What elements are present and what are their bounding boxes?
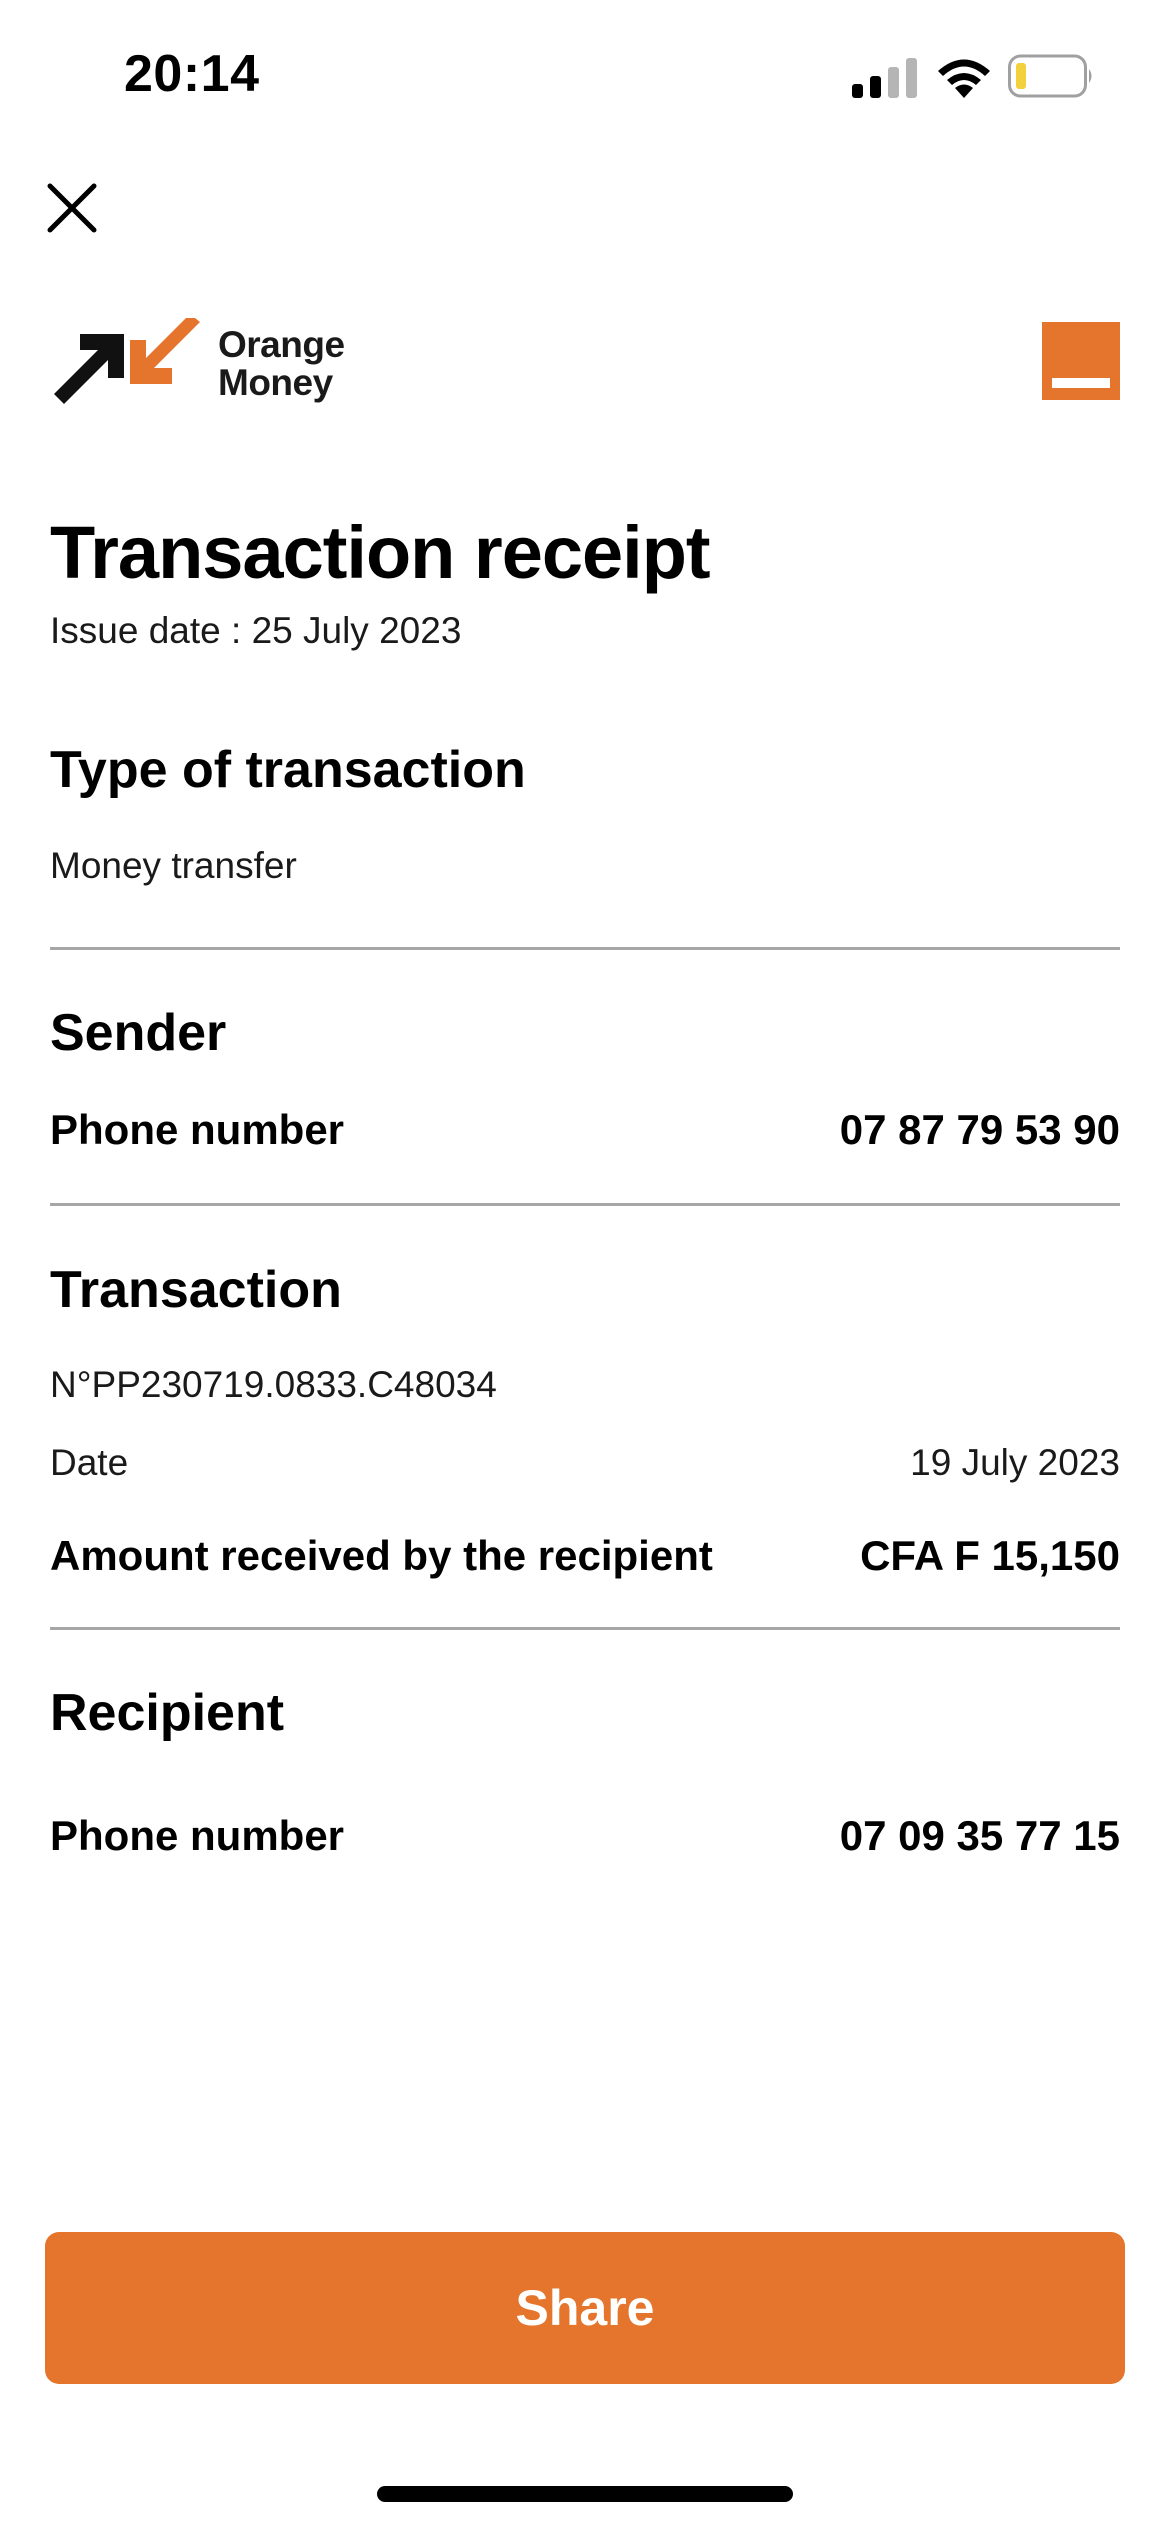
brand-name: Orange Money [218, 324, 345, 403]
transaction-reference: N°PP230719.0833.C48034 [50, 1364, 497, 1405]
recipient-phone-label: Phone number [50, 1812, 345, 1859]
divider [50, 1627, 1120, 1630]
sender-phone-value: 07 87 79 53 90 [839, 1106, 1120, 1153]
page-title: Transaction receipt [50, 511, 711, 594]
recipient-phone-value: 07 09 35 77 15 [839, 1812, 1120, 1859]
battery-icon [1008, 54, 1092, 98]
transaction-date-label: Date [50, 1442, 129, 1483]
signal-icon [852, 58, 917, 98]
close-icon[interactable] [40, 176, 104, 240]
status-time: 20:14 [124, 45, 260, 103]
wifi-icon [938, 59, 990, 98]
home-indicator[interactable] [377, 2486, 793, 2502]
amount-value: CFA F 15,150 [860, 1532, 1120, 1579]
transaction-type-value: Money transfer [50, 845, 297, 886]
sender-phone-label: Phone number [50, 1106, 345, 1153]
divider [50, 947, 1120, 950]
status-bar: 20:14 [0, 0, 1170, 150]
divider [50, 1203, 1120, 1206]
type-section-heading: Type of transaction [50, 741, 526, 799]
transaction-section-heading: Transaction [50, 1261, 342, 1319]
sender-section-heading: Sender [50, 1004, 227, 1062]
issue-date: Issue date : 25 July 2023 [50, 610, 462, 651]
orange-money-logo-icon [54, 318, 200, 404]
recipient-section-heading: Recipient [50, 1684, 285, 1742]
transaction-date-value: 19 July 2023 [910, 1442, 1120, 1483]
receipt-screen: 20:14 Orange Money Transaction receipt I… [0, 0, 1170, 2532]
orange-brand-square-icon [1042, 322, 1120, 400]
amount-label: Amount received by the recipient [50, 1532, 713, 1579]
share-button[interactable]: Share [45, 2232, 1125, 2384]
